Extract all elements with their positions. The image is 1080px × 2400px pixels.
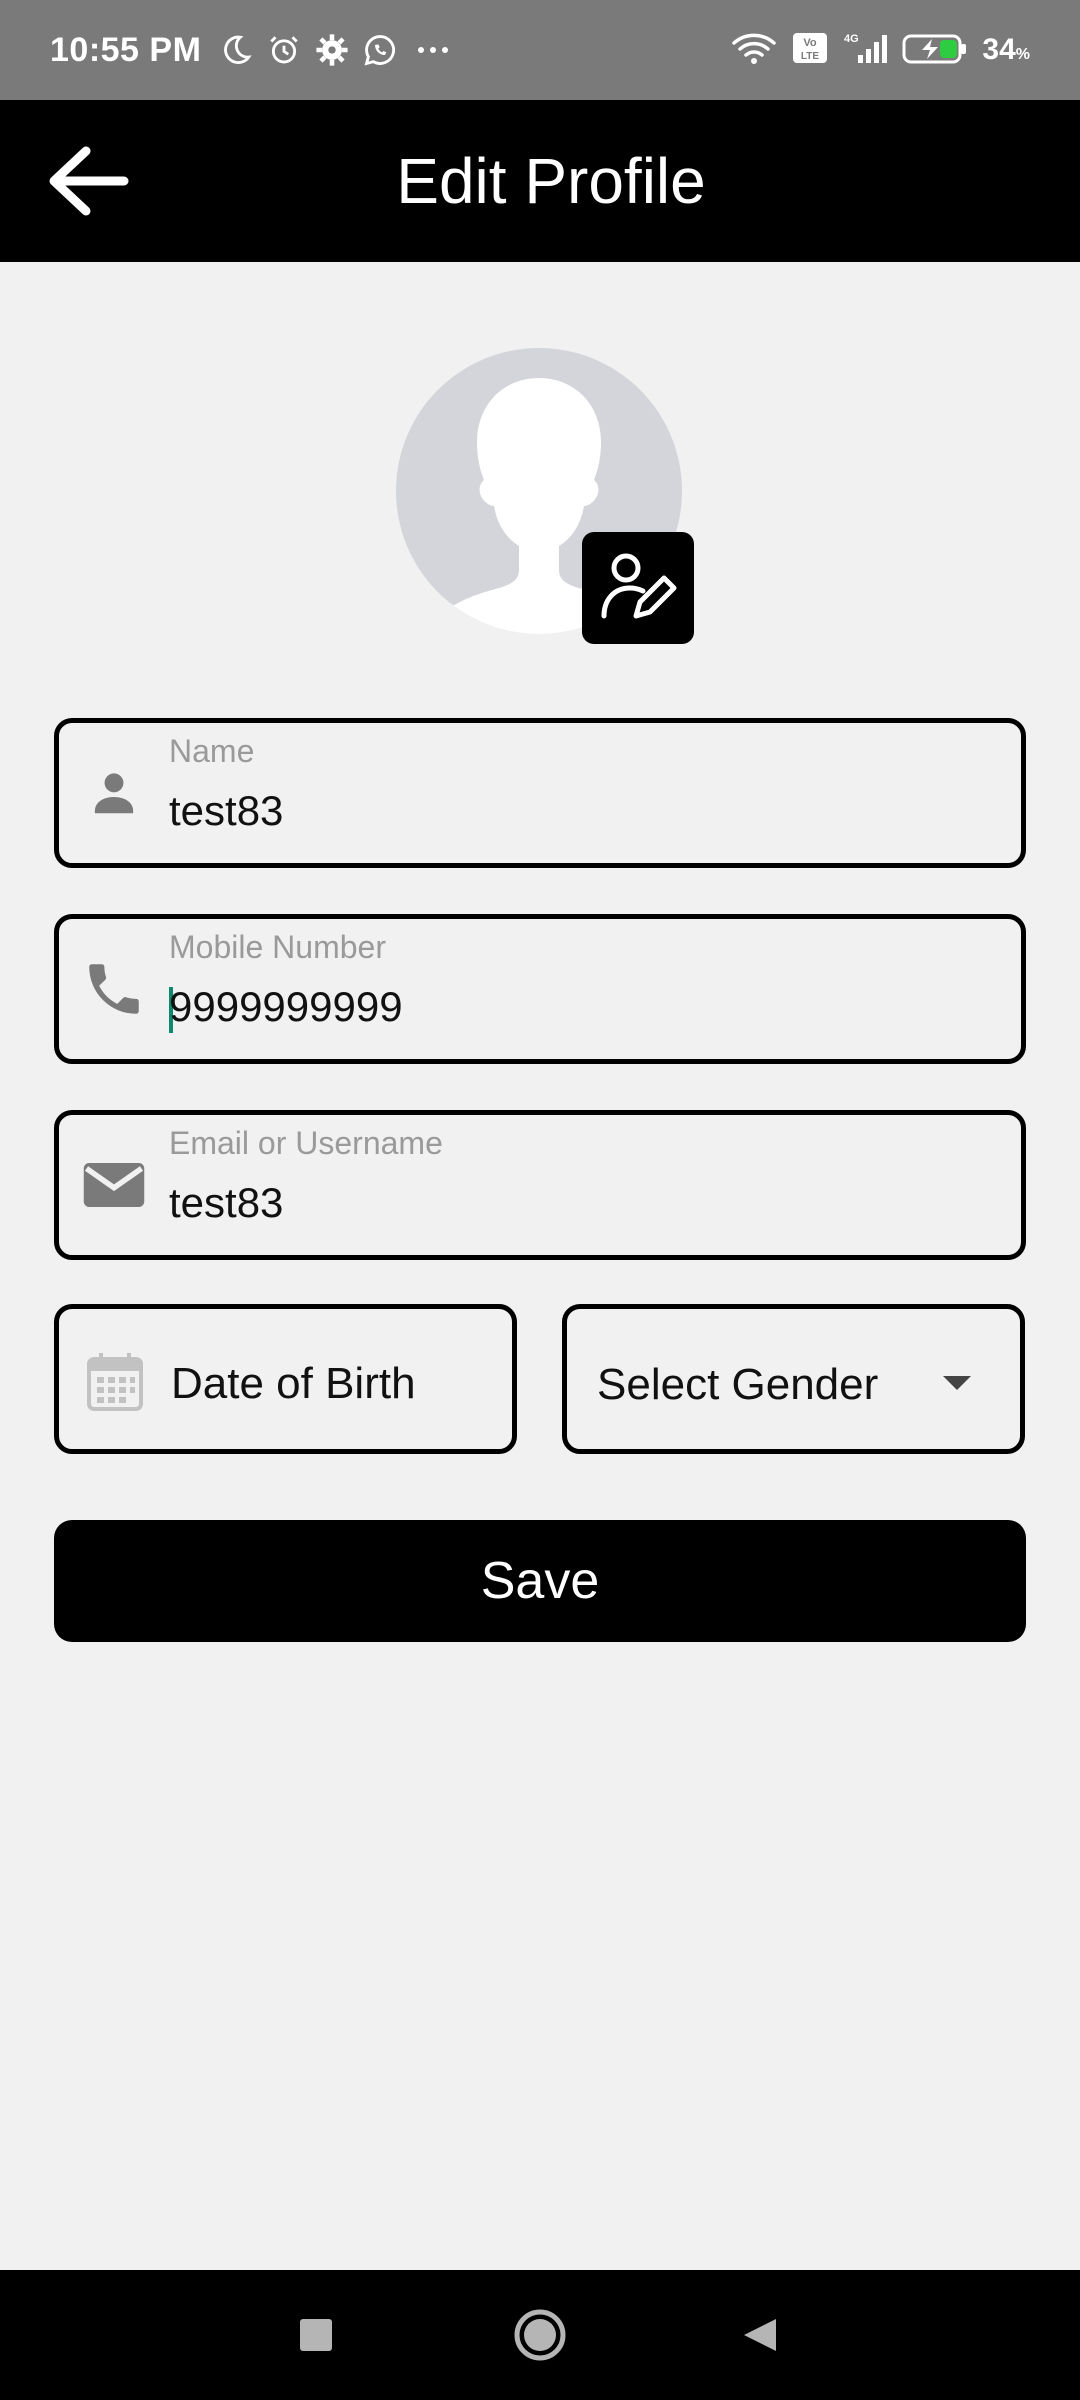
status-time: 10:55 PM	[50, 30, 202, 69]
svg-text:Vo: Vo	[804, 37, 818, 49]
mobile-field[interactable]: Mobile Number	[54, 914, 1026, 1064]
email-input[interactable]	[169, 1175, 989, 1231]
recents-button[interactable]	[286, 2305, 346, 2365]
status-right-icons: Vo LTE 4G 34%	[730, 31, 1030, 70]
status-bar: 10:55 PM Vo LTE 4G 34%	[0, 0, 1080, 100]
page-title: Edit Profile	[396, 145, 706, 217]
wifi-icon	[730, 31, 778, 70]
battery-level: 34%	[982, 33, 1030, 66]
phone-icon	[81, 956, 147, 1022]
battery-charging-icon	[902, 31, 968, 70]
app-bar: Edit Profile	[0, 100, 1080, 262]
system-nav-bar	[0, 2270, 1080, 2400]
back-button[interactable]	[40, 137, 135, 225]
dropdown-caret-icon	[942, 1375, 972, 1396]
mobile-label: Mobile Number	[169, 929, 386, 965]
save-button[interactable]: Save	[54, 1520, 1026, 1642]
volte-icon: Vo LTE	[792, 31, 828, 70]
moon-icon	[219, 33, 253, 67]
system-back-button[interactable]	[730, 2305, 790, 2365]
dob-field[interactable]: Date of Birth	[54, 1304, 517, 1454]
recents-square-icon	[300, 2319, 332, 2351]
mobile-input[interactable]	[169, 979, 989, 1035]
calendar-icon	[85, 1351, 145, 1418]
signal-icon: 4G	[842, 31, 888, 70]
email-label: Email or Username	[169, 1125, 443, 1161]
back-triangle-icon	[744, 2319, 776, 2351]
arrow-left-icon	[49, 146, 128, 216]
user-edit-icon	[601, 553, 677, 619]
alarm-icon	[267, 33, 301, 67]
name-label: Name	[169, 733, 255, 769]
gear-icon	[315, 33, 349, 67]
whatsapp-icon	[363, 33, 397, 67]
person-icon	[81, 760, 147, 826]
svg-text:LTE: LTE	[801, 51, 819, 62]
avatar-section	[396, 348, 694, 644]
name-field[interactable]: Name	[54, 718, 1026, 868]
home-button[interactable]	[510, 2305, 570, 2365]
email-field[interactable]: Email or Username	[54, 1110, 1026, 1260]
mail-icon	[81, 1152, 147, 1218]
home-circle-icon	[514, 2309, 566, 2361]
gender-placeholder: Select Gender	[597, 1360, 879, 1409]
name-input[interactable]	[169, 783, 989, 839]
svg-text:4G: 4G	[844, 33, 859, 45]
gender-select[interactable]: Select Gender	[562, 1304, 1025, 1454]
status-left-icons	[219, 33, 455, 67]
dob-placeholder: Date of Birth	[171, 1359, 416, 1408]
more-icon	[411, 33, 455, 67]
edit-photo-button[interactable]	[582, 532, 694, 644]
